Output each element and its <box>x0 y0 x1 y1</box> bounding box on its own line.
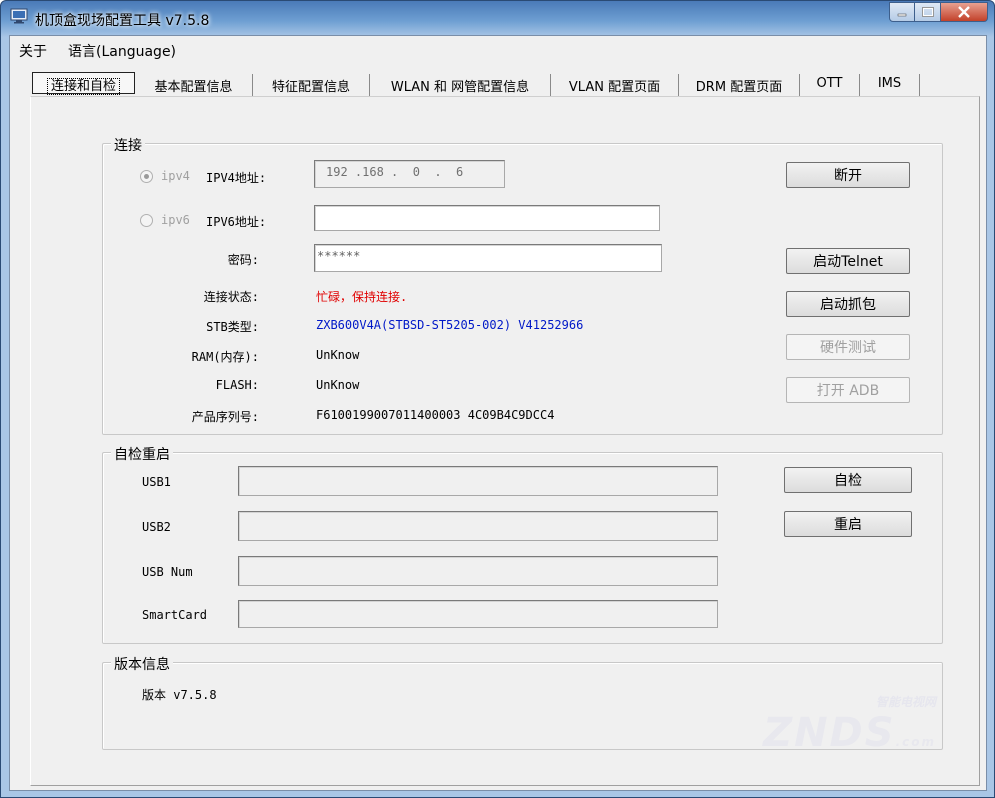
znds-watermark-logo: 智能电视网 ZNDS.com <box>763 695 936 756</box>
ipv4-address-field[interactable]: 192 .168 . 0 . 6 <box>314 160 505 188</box>
ipv4-radio-label: ipv4 <box>161 169 190 183</box>
smartcard-field[interactable] <box>238 600 718 628</box>
flash-value: UnKnow <box>316 378 360 392</box>
usb1-label: USB1 <box>142 475 171 489</box>
password-label: 密码: <box>227 253 259 267</box>
capture-button[interactable]: 启动抓包 <box>786 291 910 317</box>
smartcard-label: SmartCard <box>142 608 208 622</box>
password-field[interactable]: ****** <box>314 244 662 272</box>
close-button[interactable] <box>941 2 988 22</box>
connect-group: 连接 ipv4 IPV4地址: 192 .168 . 0 . 6 ipv6 IP… <box>102 135 943 435</box>
stb-type-label: STB类型: <box>206 320 259 334</box>
tab-ott[interactable]: OTT <box>800 74 860 96</box>
maximize-button[interactable] <box>915 2 941 22</box>
ipv4-radio[interactable] <box>140 170 153 183</box>
status-label: 连接状态: <box>203 290 259 304</box>
usb1-field[interactable] <box>238 466 718 496</box>
ipv4-label: IPV4地址: <box>206 171 267 185</box>
version-text: 版本 v7.5.8 <box>142 688 217 702</box>
app-monitor-icon <box>10 8 28 24</box>
selftest-button[interactable]: 自检 <box>784 467 912 493</box>
maximize-icon <box>921 7 934 17</box>
serial-label: 产品序列号: <box>191 410 259 424</box>
selftest-group: 自检重启 USB1 USB2 USB Num SmartCard 自检 重启 <box>102 444 943 644</box>
serial-value: F6100199007011400003 4C09B4C9DCC4 <box>316 408 555 422</box>
client-area: 关于 语言(Language) 连接和自检 基本配置信息 特征配置信息 WLAN… <box>9 35 987 791</box>
tab-basic-config[interactable]: 基本配置信息 <box>135 74 253 96</box>
stb-type-value: ZXB600V4A(STBSD-ST5205-002) V41252966 <box>316 318 584 332</box>
open-adb-button[interactable]: 打开 ADB <box>786 377 910 403</box>
ipv6-radio[interactable] <box>140 214 153 227</box>
ipv6-address-field[interactable] <box>314 205 660 231</box>
selftest-group-title: 自检重启 <box>111 444 173 464</box>
reboot-button[interactable]: 重启 <box>784 511 912 537</box>
window-controls <box>889 2 988 22</box>
app-window: 机顶盒现场配置工具 v7.5.8 关于 语言(Language) 连接和自检 基… <box>0 0 995 798</box>
usb2-field[interactable] <box>238 511 718 541</box>
usb2-label: USB2 <box>142 520 171 534</box>
window-title: 机顶盒现场配置工具 v7.5.8 <box>35 13 210 29</box>
minimize-icon <box>897 13 907 17</box>
menu-about[interactable]: 关于 <box>19 41 47 61</box>
hardware-test-button[interactable]: 硬件测试 <box>786 334 910 360</box>
minimize-button[interactable] <box>889 2 915 22</box>
tab-ims[interactable]: IMS <box>860 74 920 96</box>
menu-bar: 关于 语言(Language) <box>10 36 986 60</box>
usb-num-field[interactable] <box>238 556 718 586</box>
close-icon <box>958 6 970 18</box>
disconnect-button[interactable]: 断开 <box>786 162 910 188</box>
ram-label: RAM(内存): <box>191 350 259 364</box>
ram-value: UnKnow <box>316 348 360 362</box>
tab-connect-selftest[interactable]: 连接和自检 <box>32 72 135 95</box>
title-bar[interactable]: 机顶盒现场配置工具 v7.5.8 <box>1 1 994 35</box>
status-value: 忙碌，保持连接. <box>316 290 408 304</box>
usb-num-label: USB Num <box>142 565 193 579</box>
tab-vlan-config[interactable]: VLAN 配置页面 <box>551 74 679 96</box>
tab-feature-config[interactable]: 特征配置信息 <box>253 74 370 96</box>
menu-language[interactable]: 语言(Language) <box>68 41 176 61</box>
ipv6-label: IPV6地址: <box>206 215 267 229</box>
telnet-button[interactable]: 启动Telnet <box>786 248 910 274</box>
flash-label: FLASH: <box>215 378 259 392</box>
tab-wlan-nms-config[interactable]: WLAN 和 网管配置信息 <box>370 74 551 96</box>
ipv6-radio-label: ipv6 <box>161 213 190 227</box>
tab-drm-config[interactable]: DRM 配置页面 <box>679 74 800 96</box>
version-group-title: 版本信息 <box>111 654 173 674</box>
connect-group-title: 连接 <box>111 135 145 155</box>
